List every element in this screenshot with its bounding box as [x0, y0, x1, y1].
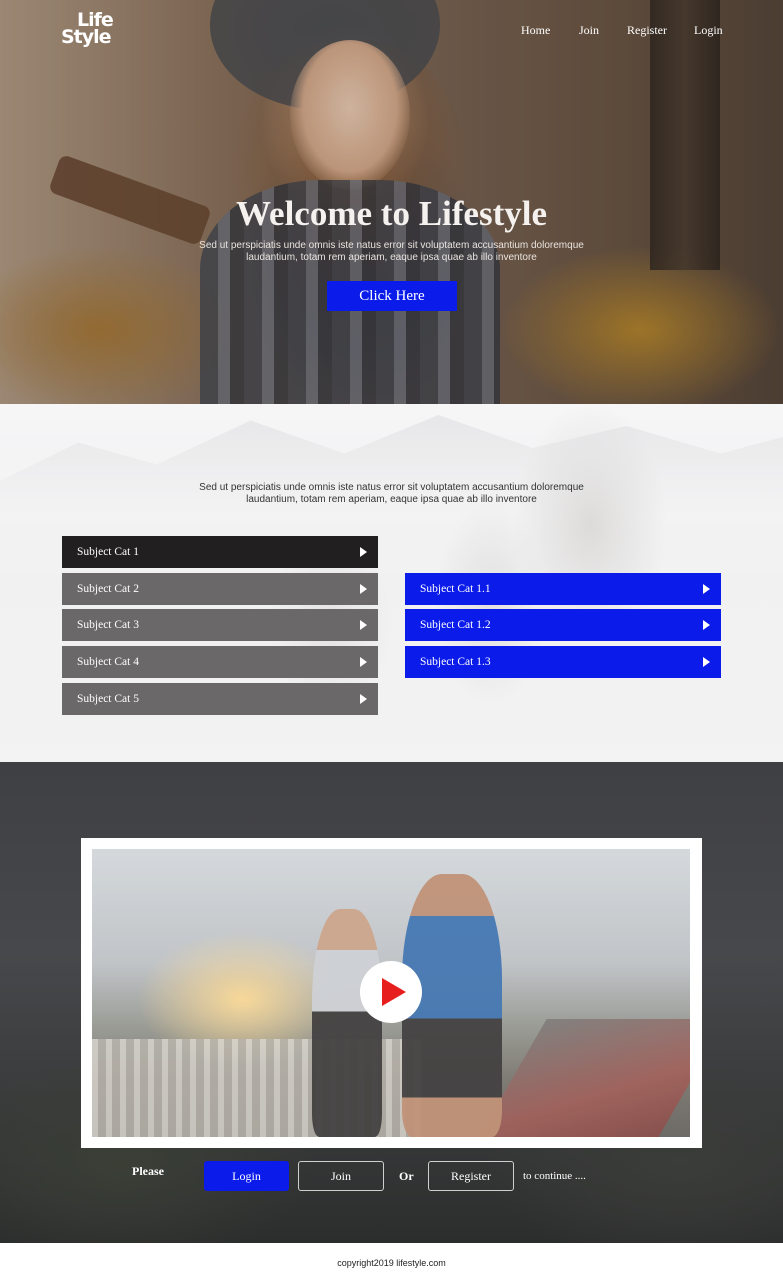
subcategory-item-1-3[interactable]: Subject Cat 1.3 [405, 646, 721, 678]
copyright-text: copyright2019 lifestyle.com [337, 1258, 446, 1268]
footer: copyright2019 lifestyle.com [0, 1243, 783, 1280]
hero-section: Life Style Home Join Register Login Welc… [0, 0, 783, 404]
login-button[interactable]: Login [204, 1161, 289, 1191]
play-button[interactable] [360, 961, 422, 1023]
nav-join[interactable]: Join [579, 23, 599, 38]
click-here-button[interactable]: Click Here [327, 281, 457, 311]
nav-home[interactable]: Home [521, 23, 550, 38]
subcategory-label: Subject Cat 1.2 [420, 619, 491, 631]
category-label: Subject Cat 4 [77, 656, 139, 668]
cta-or-text: Or [399, 1169, 414, 1183]
subcategory-label: Subject Cat 1.1 [420, 583, 491, 595]
play-icon [382, 978, 406, 1006]
caret-right-icon [703, 657, 710, 667]
category-item-2[interactable]: Subject Cat 2 [62, 573, 378, 605]
caret-right-icon [360, 620, 367, 630]
cta-continue-text: to continue .... [523, 1170, 586, 1182]
nav-login[interactable]: Login [694, 23, 723, 38]
category-label: Subject Cat 2 [77, 583, 139, 595]
category-item-3[interactable]: Subject Cat 3 [62, 609, 378, 641]
caret-right-icon [360, 694, 367, 704]
category-label: Subject Cat 5 [77, 693, 139, 705]
subcategory-item-1-1[interactable]: Subject Cat 1.1 [405, 573, 721, 605]
caret-right-icon [360, 584, 367, 594]
hero-title: Welcome to Lifestyle [235, 194, 547, 233]
register-button[interactable]: Register [428, 1161, 514, 1191]
video-frame [81, 838, 702, 1148]
caret-right-icon [360, 547, 367, 557]
category-item-4[interactable]: Subject Cat 4 [62, 646, 378, 678]
category-label: Subject Cat 3 [77, 619, 139, 631]
categories-description: Sed ut perspiciatis unde omnis iste natu… [199, 482, 584, 505]
caret-right-icon [703, 620, 710, 630]
main-nav: Home Join Register Login [0, 23, 783, 41]
video-section: Please Login Join Or Register to continu… [0, 762, 783, 1243]
cta-please-text: Please [132, 1164, 164, 1178]
join-button[interactable]: Join [298, 1161, 384, 1191]
category-label: Subject Cat 1 [77, 546, 139, 558]
video-thumbnail[interactable] [92, 849, 690, 1137]
nav-register[interactable]: Register [627, 23, 667, 38]
subcategory-label: Subject Cat 1.3 [420, 656, 491, 668]
caret-right-icon [360, 657, 367, 667]
category-item-5[interactable]: Subject Cat 5 [62, 683, 378, 715]
subcategory-item-1-2[interactable]: Subject Cat 1.2 [405, 609, 721, 641]
category-item-1[interactable]: Subject Cat 1 [62, 536, 378, 568]
caret-right-icon [703, 584, 710, 594]
hero-description: Sed ut perspiciatis unde omnis iste natu… [199, 240, 584, 263]
categories-section: Sed ut perspiciatis unde omnis iste natu… [0, 404, 783, 762]
